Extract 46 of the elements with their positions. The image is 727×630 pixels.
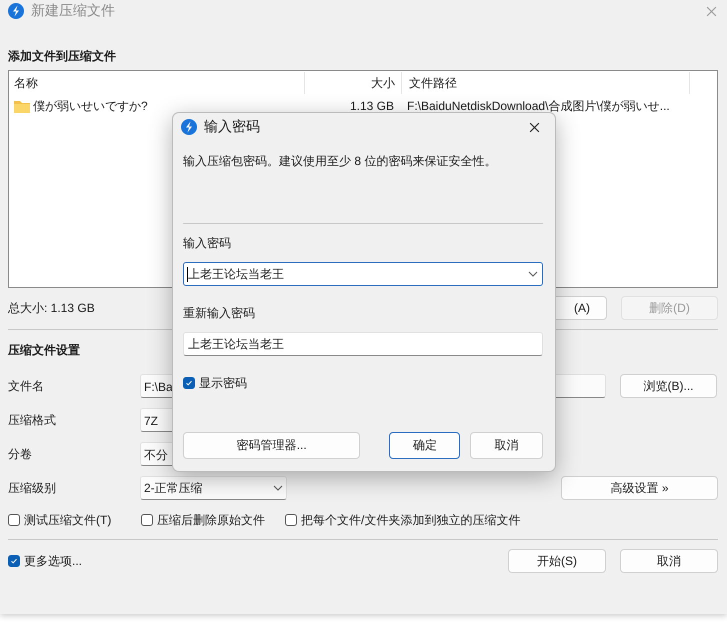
file-size: 1.13 GB bbox=[348, 99, 395, 113]
file-name: 僕が弱いせいですか? bbox=[33, 98, 148, 114]
checkbox-label[interactable]: 显示密码 bbox=[199, 374, 247, 392]
checkbox[interactable] bbox=[183, 377, 195, 389]
ok-button[interactable]: 确定 bbox=[389, 432, 460, 459]
checkbox[interactable] bbox=[8, 514, 20, 526]
checkmark-icon bbox=[184, 378, 194, 388]
dialog-description: 输入压缩包密码。建议使用至少 8 位的密码来保证安全性。 bbox=[183, 153, 498, 170]
column-header[interactable]: 名称 bbox=[9, 72, 305, 94]
column-header[interactable]: 大小 bbox=[305, 72, 402, 94]
field-label: 文件名 bbox=[8, 378, 45, 394]
advanced-settings-button[interactable]: 高级设置 » bbox=[561, 476, 718, 500]
folder-icon bbox=[14, 100, 30, 112]
app-logo-icon bbox=[8, 3, 24, 19]
cancel-button[interactable]: 取消 bbox=[620, 549, 718, 573]
cancel-button[interactable]: 取消 bbox=[470, 432, 543, 459]
checkbox-label[interactable]: 压缩后删除原始文件 bbox=[157, 512, 265, 528]
checkbox[interactable] bbox=[141, 514, 153, 526]
checkmark-icon bbox=[9, 556, 19, 566]
column-header[interactable]: 文件路径 bbox=[402, 72, 690, 94]
section-heading: 添加文件到压缩文件 bbox=[8, 48, 116, 65]
password-field[interactable]: 上老王论坛当老王 bbox=[183, 262, 543, 286]
close-icon[interactable] bbox=[529, 122, 540, 132]
password-manager-button[interactable]: 密码管理器... bbox=[183, 432, 360, 459]
file-path: F:\BaiduNetdiskDownload\合成图片\僕が弱いせ... bbox=[406, 98, 671, 114]
confirm-password-field[interactable]: 上老王论坛当老王 bbox=[183, 332, 543, 356]
field-label: 重新输入密码 bbox=[183, 305, 256, 322]
start-button[interactable]: 开始(S) bbox=[508, 549, 606, 573]
dropdown-field[interactable]: 2-正常压缩 bbox=[140, 476, 287, 500]
app-logo-icon bbox=[181, 119, 197, 135]
total-size: 总大小: 1.13 GB bbox=[8, 300, 95, 316]
checkbox-label[interactable]: 把每个文件/文件夹添加到独立的压缩文件 bbox=[301, 512, 520, 528]
field-label: 分卷 bbox=[8, 446, 33, 462]
dialog-title: 输入密码 bbox=[204, 118, 260, 136]
field-label: 压缩格式 bbox=[8, 412, 57, 428]
chevron-down-icon bbox=[273, 485, 283, 491]
browse-button[interactable]: 浏览(B)... bbox=[620, 374, 717, 398]
window-title: 新建压缩文件 bbox=[31, 2, 116, 20]
chevron-down-icon bbox=[528, 271, 538, 277]
field-label: 输入密码 bbox=[183, 235, 232, 252]
checkbox-label[interactable]: 更多选项... bbox=[24, 552, 82, 570]
checkbox-label[interactable]: 测试压缩文件(T) bbox=[24, 512, 112, 528]
section-heading: 压缩文件设置 bbox=[8, 342, 80, 359]
checkbox[interactable] bbox=[8, 555, 20, 567]
field-label: 压缩级别 bbox=[8, 480, 57, 496]
checkbox[interactable] bbox=[285, 514, 297, 526]
